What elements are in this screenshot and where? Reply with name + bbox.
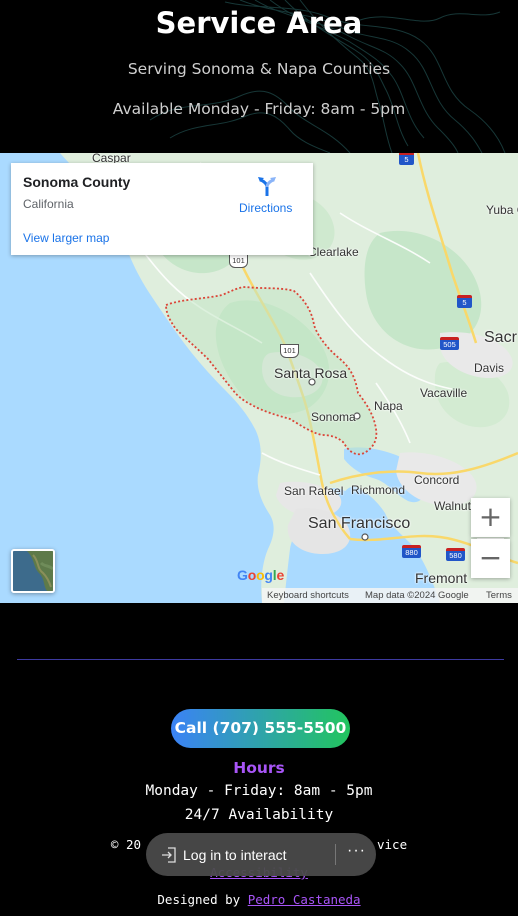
highway-shield: 505	[440, 337, 459, 350]
map-attribution: Keyboard shortcuts Map data ©2024 Google…	[262, 588, 518, 603]
designed-by-prefix: Designed by	[157, 892, 248, 907]
footer-divider	[17, 659, 504, 660]
more-options-icon[interactable]: ···	[347, 842, 366, 860]
google-logo-letter: e	[276, 567, 285, 583]
map-data-text: Map data ©2024 Google	[365, 590, 469, 601]
place-label: Yuba C	[486, 203, 518, 217]
service-area-header: Service Area Serving Sonoma & Napa Count…	[0, 0, 518, 153]
highway-shield: 5	[399, 153, 414, 165]
directions-icon[interactable]	[256, 175, 278, 197]
login-toast: Log in to interact ···	[146, 833, 376, 876]
place-subtitle: California	[23, 197, 74, 211]
place-label: Vacaville	[420, 386, 468, 400]
google-logo-letter: g	[264, 567, 273, 583]
call-button[interactable]: Call (707) 555-5500	[171, 709, 350, 748]
google-logo-letter: G	[237, 567, 248, 583]
page-title: Service Area	[155, 6, 363, 40]
login-icon	[162, 847, 176, 863]
place-label: Richmond	[351, 483, 406, 497]
place-title: Sonoma County	[23, 174, 131, 190]
place-info-card: Sonoma County California View larger map…	[11, 163, 313, 255]
place-label: Santa Rosa	[274, 365, 348, 381]
hours-availability: 24/7 Availability	[184, 807, 334, 823]
hours-heading: Hours	[233, 759, 285, 777]
terms-link[interactable]: Terms	[486, 588, 512, 603]
copyright-end: vice	[377, 837, 408, 852]
place-label: Clearlake	[308, 245, 359, 259]
designer-link[interactable]: Pedro Castaneda	[248, 892, 361, 907]
highway-shield: 880	[402, 545, 421, 558]
view-larger-map-link[interactable]: View larger map	[23, 231, 109, 245]
hours-weekday: Monday - Friday: 8am - 5pm	[145, 783, 373, 799]
designed-by: Designed by Pedro Castaneda	[0, 892, 518, 907]
highway-shield: 5	[457, 295, 472, 308]
google-logo: Google	[237, 567, 284, 583]
service-subtitle: Serving Sonoma & Napa Counties	[127, 60, 391, 78]
zoom-in-button[interactable]: +	[471, 498, 510, 537]
google-logo-letter: o	[247, 567, 257, 583]
place-label: Concord	[414, 473, 460, 487]
zoom-out-button[interactable]: −	[471, 539, 510, 578]
place-label: Davis	[474, 361, 505, 375]
satellite-thumbnail-icon	[13, 551, 53, 591]
satellite-layer-toggle[interactable]	[11, 549, 55, 593]
place-label: San Rafael	[284, 484, 344, 498]
copyright-start: © 20	[110, 837, 141, 852]
place-label: Fremont	[415, 570, 468, 586]
directions-link[interactable]: Directions	[239, 201, 292, 215]
keyboard-shortcuts-link[interactable]: Keyboard shortcuts	[267, 588, 349, 603]
place-label: San Francisco	[308, 515, 411, 532]
place-label: Sonoma	[311, 410, 356, 424]
login-to-interact-button[interactable]: Log in to interact	[183, 847, 287, 863]
place-label: Napa	[374, 399, 403, 413]
toast-divider	[335, 844, 336, 865]
highway-shield: 101	[280, 344, 299, 358]
place-label: Sacr	[484, 329, 517, 346]
highway-shield: 101	[229, 254, 248, 268]
highway-shield: 580	[446, 548, 465, 561]
availability-text: Available Monday - Friday: 8am - 5pm	[112, 100, 406, 118]
google-map[interactable]: Caspar Clearlake Yuba C Sacr Davis Santa…	[0, 153, 518, 603]
place-label: Walnut	[434, 499, 471, 513]
